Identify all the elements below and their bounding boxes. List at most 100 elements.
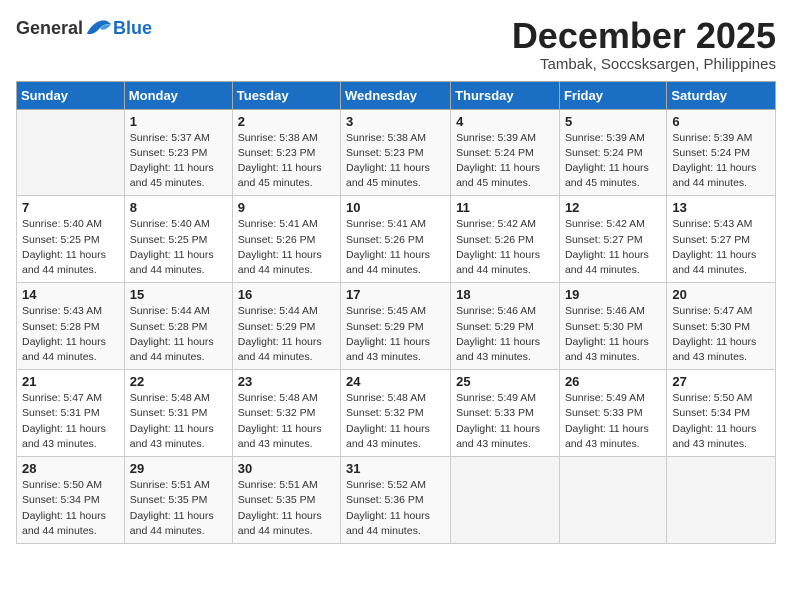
calendar-cell: 3Sunrise: 5:38 AM Sunset: 5:23 PM Daylig…: [341, 109, 451, 196]
calendar-cell: 1Sunrise: 5:37 AM Sunset: 5:23 PM Daylig…: [124, 109, 232, 196]
calendar-cell: 24 Sunrise: 5:48 AM Sunset: 5:32 PM Dayli…: [341, 370, 451, 457]
day-number: 1: [130, 114, 227, 129]
calendar-cell: 19 Sunrise: 5:46 AM Sunset: 5:30 PM Dayli…: [559, 283, 666, 370]
calendar-week-4: 21 Sunrise: 5:47 AM Sunset: 5:31 PM Dayli…: [17, 370, 776, 457]
day-info: Sunrise: 5:38 AM Sunset: 5:23 PM Dayligh…: [346, 131, 445, 192]
calendar-cell: [17, 109, 125, 196]
day-number: 31: [346, 461, 445, 476]
logo: General Blue: [16, 16, 152, 40]
day-info: Sunrise: 5:46 AM Sunset: 5:30 PM Dayligh…: [565, 304, 661, 365]
day-number: 11: [456, 200, 554, 215]
day-number: 5: [565, 114, 661, 129]
header-friday: Friday: [559, 81, 666, 109]
day-info: Sunrise: 5:49 AM Sunset: 5:33 PM Dayligh…: [456, 391, 554, 452]
day-info: Sunrise: 5:47 AM Sunset: 5:30 PM Dayligh…: [672, 304, 770, 365]
logo-general-text: General: [16, 18, 83, 39]
day-number: 18: [456, 287, 554, 302]
calendar-cell: 30 Sunrise: 5:51 AM Sunset: 5:35 PM Dayli…: [232, 457, 340, 544]
page-header: General Blue December 2025 Tambak, Soccs…: [16, 16, 776, 73]
day-number: 29: [130, 461, 227, 476]
calendar-cell: 27 Sunrise: 5:50 AM Sunset: 5:34 PM Dayli…: [667, 370, 776, 457]
day-info: Sunrise: 5:48 AM Sunset: 5:31 PM Dayligh…: [130, 391, 227, 452]
calendar-cell: 29 Sunrise: 5:51 AM Sunset: 5:35 PM Dayli…: [124, 457, 232, 544]
day-info: Sunrise: 5:39 AM Sunset: 5:24 PM Dayligh…: [672, 131, 770, 192]
day-number: 28: [22, 461, 119, 476]
calendar-cell: 15 Sunrise: 5:44 AM Sunset: 5:28 PM Dayli…: [124, 283, 232, 370]
day-info: Sunrise: 5:48 AM Sunset: 5:32 PM Dayligh…: [238, 391, 335, 452]
day-info: Sunrise: 5:50 AM Sunset: 5:34 PM Dayligh…: [672, 391, 770, 452]
header-thursday: Thursday: [451, 81, 560, 109]
day-number: 4: [456, 114, 554, 129]
logo-bird-icon: [85, 16, 113, 40]
day-number: 16: [238, 287, 335, 302]
calendar-cell: 18 Sunrise: 5:46 AM Sunset: 5:29 PM Dayli…: [451, 283, 560, 370]
day-info: Sunrise: 5:43 AM Sunset: 5:28 PM Dayligh…: [22, 304, 119, 365]
day-info: Sunrise: 5:41 AM Sunset: 5:26 PM Dayligh…: [238, 217, 335, 278]
day-info: Sunrise: 5:47 AM Sunset: 5:31 PM Dayligh…: [22, 391, 119, 452]
day-info: Sunrise: 5:48 AM Sunset: 5:32 PM Dayligh…: [346, 391, 445, 452]
day-number: 19: [565, 287, 661, 302]
day-info: Sunrise: 5:52 AM Sunset: 5:36 PM Dayligh…: [346, 478, 445, 539]
day-info: Sunrise: 5:50 AM Sunset: 5:34 PM Dayligh…: [22, 478, 119, 539]
header-monday: Monday: [124, 81, 232, 109]
calendar-table: SundayMondayTuesdayWednesdayThursdayFrid…: [16, 81, 776, 544]
calendar-cell: 13 Sunrise: 5:43 AM Sunset: 5:27 PM Dayli…: [667, 196, 776, 283]
calendar-week-5: 28 Sunrise: 5:50 AM Sunset: 5:34 PM Dayli…: [17, 457, 776, 544]
calendar-cell: 11Sunrise: 5:42 AM Sunset: 5:26 PM Dayli…: [451, 196, 560, 283]
calendar-cell: 25 Sunrise: 5:49 AM Sunset: 5:33 PM Dayli…: [451, 370, 560, 457]
day-info: Sunrise: 5:49 AM Sunset: 5:33 PM Dayligh…: [565, 391, 661, 452]
day-number: 25: [456, 374, 554, 389]
day-number: 21: [22, 374, 119, 389]
calendar-week-2: 7Sunrise: 5:40 AM Sunset: 5:25 PM Daylig…: [17, 196, 776, 283]
day-info: Sunrise: 5:51 AM Sunset: 5:35 PM Dayligh…: [238, 478, 335, 539]
day-number: 12: [565, 200, 661, 215]
calendar-cell: [667, 457, 776, 544]
day-info: Sunrise: 5:39 AM Sunset: 5:24 PM Dayligh…: [456, 131, 554, 192]
day-number: 24: [346, 374, 445, 389]
day-number: 13: [672, 200, 770, 215]
day-number: 2: [238, 114, 335, 129]
calendar-cell: 7Sunrise: 5:40 AM Sunset: 5:25 PM Daylig…: [17, 196, 125, 283]
month-title: December 2025: [512, 16, 776, 56]
day-number: 9: [238, 200, 335, 215]
day-info: Sunrise: 5:42 AM Sunset: 5:27 PM Dayligh…: [565, 217, 661, 278]
title-block: December 2025 Tambak, Soccsksargen, Phil…: [512, 16, 776, 73]
calendar-cell: [451, 457, 560, 544]
calendar-cell: 6 Sunrise: 5:39 AM Sunset: 5:24 PM Daylig…: [667, 109, 776, 196]
day-number: 26: [565, 374, 661, 389]
calendar-cell: 22 Sunrise: 5:48 AM Sunset: 5:31 PM Dayli…: [124, 370, 232, 457]
day-number: 20: [672, 287, 770, 302]
day-number: 10: [346, 200, 445, 215]
calendar-cell: 2Sunrise: 5:38 AM Sunset: 5:23 PM Daylig…: [232, 109, 340, 196]
day-info: Sunrise: 5:41 AM Sunset: 5:26 PM Dayligh…: [346, 217, 445, 278]
day-number: 17: [346, 287, 445, 302]
day-info: Sunrise: 5:44 AM Sunset: 5:28 PM Dayligh…: [130, 304, 227, 365]
header-saturday: Saturday: [667, 81, 776, 109]
day-number: 30: [238, 461, 335, 476]
calendar-header-row: SundayMondayTuesdayWednesdayThursdayFrid…: [17, 81, 776, 109]
day-info: Sunrise: 5:45 AM Sunset: 5:29 PM Dayligh…: [346, 304, 445, 365]
calendar-cell: 21 Sunrise: 5:47 AM Sunset: 5:31 PM Dayli…: [17, 370, 125, 457]
day-number: 15: [130, 287, 227, 302]
day-number: 22: [130, 374, 227, 389]
day-info: Sunrise: 5:51 AM Sunset: 5:35 PM Dayligh…: [130, 478, 227, 539]
calendar-cell: 8Sunrise: 5:40 AM Sunset: 5:25 PM Daylig…: [124, 196, 232, 283]
calendar-cell: 26 Sunrise: 5:49 AM Sunset: 5:33 PM Dayli…: [559, 370, 666, 457]
day-info: Sunrise: 5:44 AM Sunset: 5:29 PM Dayligh…: [238, 304, 335, 365]
day-info: Sunrise: 5:43 AM Sunset: 5:27 PM Dayligh…: [672, 217, 770, 278]
day-number: 14: [22, 287, 119, 302]
day-info: Sunrise: 5:46 AM Sunset: 5:29 PM Dayligh…: [456, 304, 554, 365]
header-sunday: Sunday: [17, 81, 125, 109]
calendar-cell: 16 Sunrise: 5:44 AM Sunset: 5:29 PM Dayli…: [232, 283, 340, 370]
calendar-cell: 20 Sunrise: 5:47 AM Sunset: 5:30 PM Dayli…: [667, 283, 776, 370]
day-number: 27: [672, 374, 770, 389]
day-number: 6: [672, 114, 770, 129]
calendar-cell: 12 Sunrise: 5:42 AM Sunset: 5:27 PM Dayli…: [559, 196, 666, 283]
header-wednesday: Wednesday: [341, 81, 451, 109]
calendar-cell: 28 Sunrise: 5:50 AM Sunset: 5:34 PM Dayli…: [17, 457, 125, 544]
calendar-cell: 31 Sunrise: 5:52 AM Sunset: 5:36 PM Dayli…: [341, 457, 451, 544]
calendar-cell: 9 Sunrise: 5:41 AM Sunset: 5:26 PM Daylig…: [232, 196, 340, 283]
header-tuesday: Tuesday: [232, 81, 340, 109]
calendar-cell: 10 Sunrise: 5:41 AM Sunset: 5:26 PM Dayli…: [341, 196, 451, 283]
calendar-cell: 4 Sunrise: 5:39 AM Sunset: 5:24 PM Daylig…: [451, 109, 560, 196]
